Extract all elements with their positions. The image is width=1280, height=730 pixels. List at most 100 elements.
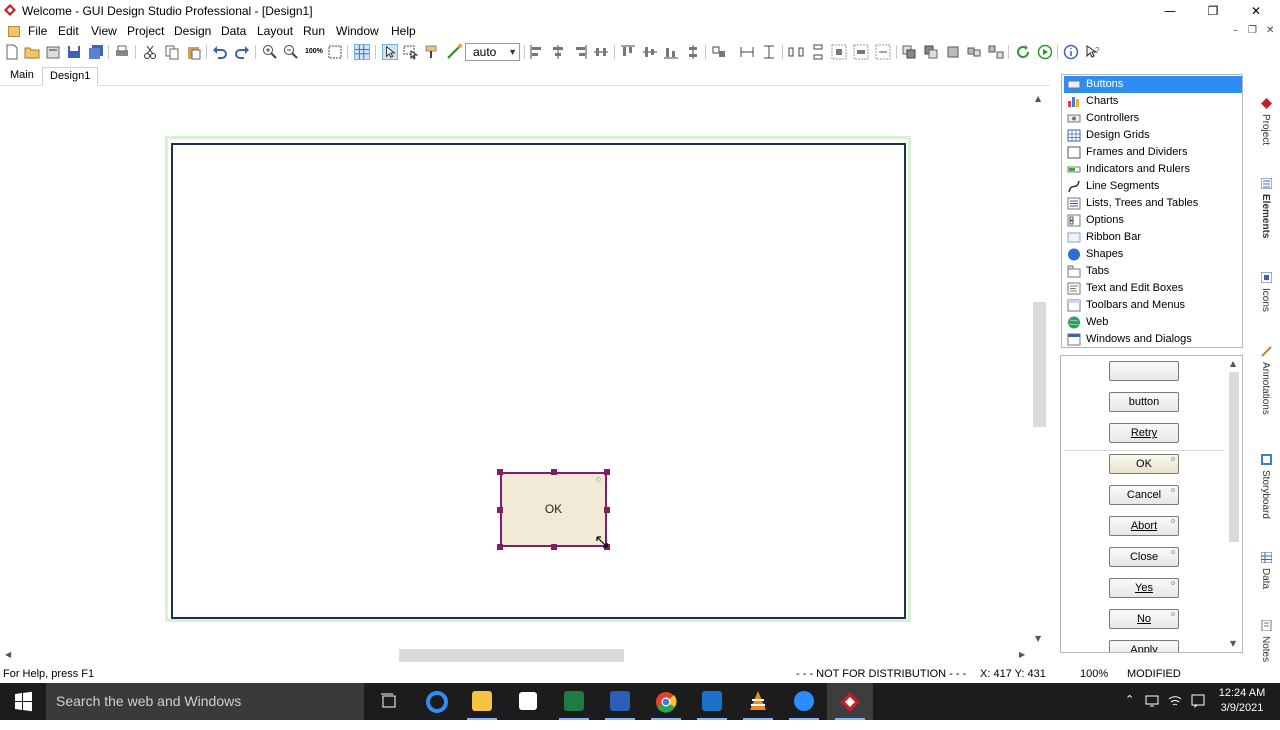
category-shapes[interactable]: Shapes	[1064, 246, 1242, 263]
wifi-icon[interactable]	[1168, 694, 1182, 708]
menu-file[interactable]: File	[28, 24, 47, 38]
gallery-apply-button[interactable]: Apply	[1109, 640, 1179, 652]
category-ribbon-bar[interactable]: Ribbon Bar	[1064, 229, 1242, 246]
group-icon[interactable]	[966, 44, 982, 60]
tab-main[interactable]: Main	[3, 67, 41, 86]
zoom-fit-icon[interactable]	[327, 44, 343, 60]
menu-project[interactable]: Project	[127, 24, 164, 38]
excel-icon[interactable]	[551, 683, 597, 720]
gallery-ok-button[interactable]: OK	[1109, 454, 1179, 474]
category-lists-trees-tables[interactable]: Lists, Trees and Tables	[1064, 195, 1242, 212]
edge-browser-icon[interactable]	[414, 683, 460, 720]
mdi-minimize-button[interactable]: –	[1233, 25, 1238, 36]
taskbar-clock[interactable]: 12:24 AM 3/9/2021	[1212, 686, 1272, 716]
scroll-left-icon[interactable]: ◀	[5, 650, 11, 659]
copy-icon[interactable]	[164, 44, 180, 60]
menu-design[interactable]: Design	[174, 24, 211, 38]
zoom-combo[interactable]: auto ▼	[465, 43, 520, 61]
gallery-button-button[interactable]: button	[1109, 392, 1179, 412]
resize-handle-e[interactable]	[604, 507, 610, 513]
save-all-icon[interactable]	[88, 44, 104, 60]
store-icon[interactable]	[505, 683, 551, 720]
gallery-yes-button[interactable]: Yes	[1109, 578, 1179, 598]
network-icon[interactable]	[1145, 695, 1159, 707]
same-size-icon[interactable]	[711, 44, 727, 60]
zoom-app-icon[interactable]	[781, 683, 827, 720]
tab-elements[interactable]: Elements	[1257, 176, 1277, 246]
align-right-icon[interactable]	[572, 44, 588, 60]
align-middle-icon[interactable]	[642, 44, 658, 60]
vlc-icon[interactable]	[735, 683, 781, 720]
about-icon[interactable]	[1063, 44, 1079, 60]
taskbar-search-box[interactable]: Search the web and Windows	[46, 683, 364, 720]
windows-start-icon[interactable]	[0, 683, 46, 720]
resize-handle-sw[interactable]	[497, 544, 503, 550]
distribute-icon[interactable]	[875, 44, 891, 60]
menu-window[interactable]: Window	[336, 24, 379, 38]
new-file-icon[interactable]	[4, 44, 20, 60]
scroll-right-icon[interactable]: ▶	[1019, 650, 1025, 659]
paste-icon[interactable]	[186, 44, 202, 60]
gallery-close-button[interactable]: Close	[1109, 547, 1179, 567]
menu-help[interactable]: Help	[391, 24, 416, 38]
tab-annotations[interactable]: Annotations	[1257, 344, 1277, 444]
same-width-icon[interactable]	[739, 44, 755, 60]
close-button[interactable]: ✕	[1233, 0, 1279, 22]
print-icon[interactable]	[114, 44, 130, 60]
gallery-scroll-thumb[interactable]	[1229, 372, 1239, 542]
align-bottom-icon[interactable]	[663, 44, 679, 60]
resize-handle-nw[interactable]	[497, 469, 503, 475]
space-vertical-icon[interactable]	[810, 44, 826, 60]
scroll-down-icon[interactable]: ▼	[1035, 634, 1041, 643]
tab-storyboard[interactable]: Storyboard	[1257, 452, 1277, 544]
connector-icon[interactable]	[446, 44, 462, 60]
gui-design-studio-taskbar-icon[interactable]	[827, 683, 873, 720]
resize-handle-w[interactable]	[497, 507, 503, 513]
minimize-button[interactable]: —	[1147, 0, 1193, 22]
menu-layout[interactable]: Layout	[257, 24, 293, 38]
resize-handle-ne[interactable]	[604, 469, 610, 475]
center-vertical-icon[interactable]	[853, 44, 869, 60]
center-horizontal-icon[interactable]	[831, 44, 847, 60]
tab-notes[interactable]: Notes	[1257, 618, 1277, 664]
select-area-icon[interactable]	[402, 44, 418, 60]
resize-handle-n[interactable]	[551, 469, 557, 475]
cut-icon[interactable]	[142, 44, 158, 60]
space-horizontal-icon[interactable]	[788, 44, 804, 60]
align-center-icon[interactable]	[550, 44, 566, 60]
menu-data[interactable]: Data	[221, 24, 246, 38]
ungroup-icon[interactable]	[988, 44, 1004, 60]
scroll-up-icon[interactable]: ▲	[1035, 94, 1041, 103]
gallery-no-button[interactable]: No	[1109, 609, 1179, 629]
category-frames-dividers[interactable]: Frames and Dividers	[1064, 144, 1242, 161]
document-icon[interactable]	[8, 26, 20, 37]
design-window[interactable]	[171, 143, 906, 619]
gallery-cancel-button[interactable]: Cancel	[1109, 485, 1179, 505]
send-back-icon[interactable]	[923, 44, 939, 60]
outlook-icon[interactable]	[689, 683, 735, 720]
menu-run[interactable]: Run	[303, 24, 325, 38]
canvas-ok-button[interactable]: OK	[500, 472, 607, 547]
horizontal-scrollbar[interactable]: ◀ ▶	[0, 647, 1032, 664]
undo-icon[interactable]	[212, 44, 228, 60]
grid-snap-icon[interactable]	[354, 44, 370, 60]
align-spread-vertical-icon[interactable]	[685, 44, 701, 60]
category-windows-dialogs[interactable]: Windows and Dialogs	[1064, 331, 1242, 348]
format-painter-icon[interactable]	[424, 44, 440, 60]
scroll-up-icon[interactable]: ▲	[1230, 359, 1236, 368]
horizontal-scroll-thumb[interactable]	[399, 649, 624, 662]
task-view-icon[interactable]	[366, 683, 412, 720]
open-project-icon[interactable]	[45, 44, 61, 60]
restore-button[interactable]: ❐	[1190, 0, 1236, 22]
run-icon[interactable]	[1037, 44, 1053, 60]
open-folder-icon[interactable]	[24, 44, 40, 60]
save-icon[interactable]	[66, 44, 82, 60]
gallery-scrollbar[interactable]: ▲ ▼	[1226, 356, 1242, 652]
tray-overflow-icon[interactable]: ⌃	[1125, 693, 1134, 730]
design-canvas[interactable]: OK	[0, 86, 1048, 648]
vertical-scroll-thumb[interactable]	[1033, 302, 1046, 427]
align-left-icon[interactable]	[529, 44, 545, 60]
zoom-in-icon[interactable]	[262, 44, 278, 60]
refresh-icon[interactable]	[1015, 44, 1031, 60]
file-explorer-icon[interactable]	[459, 683, 505, 720]
